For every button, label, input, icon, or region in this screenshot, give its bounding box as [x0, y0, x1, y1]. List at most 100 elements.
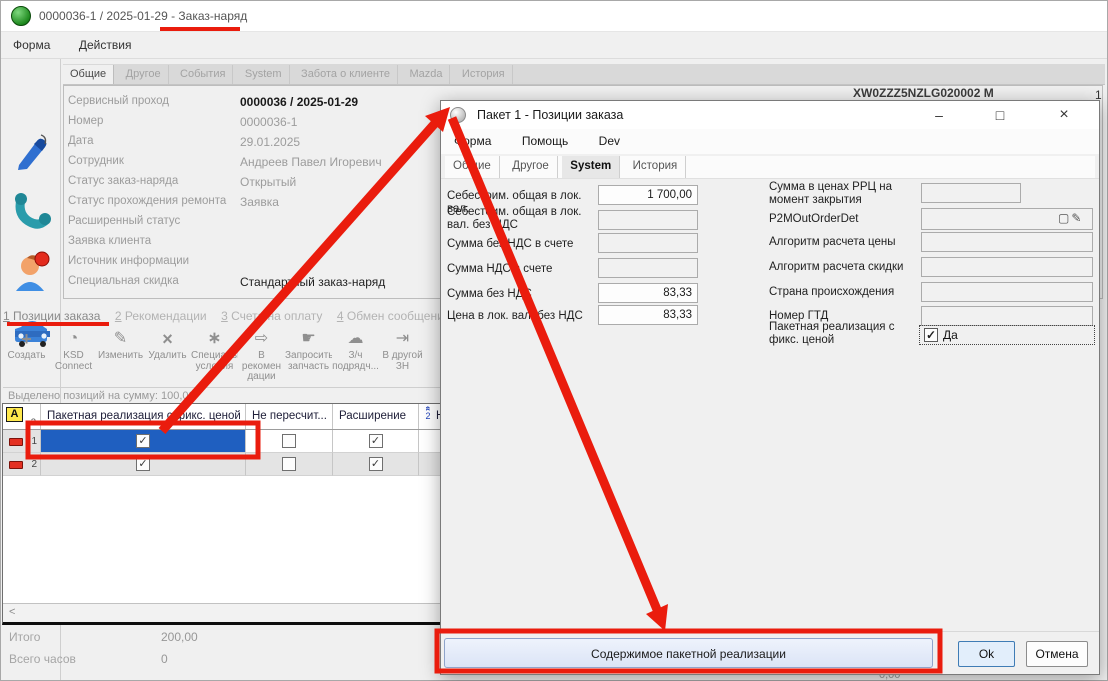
dialog-menu-forma[interactable]: Форма [441, 129, 504, 148]
tab-obshchie[interactable]: Общие [63, 65, 114, 85]
dialog-content: Себестоим. общая в лок. вал. 1 700,00 Се… [441, 178, 1099, 631]
sum-no-vat-field[interactable]: 83,33 [598, 283, 698, 303]
fixed-price-flag[interactable]: ✓ Да [919, 325, 1095, 345]
dialog-tab-system[interactable]: System [562, 156, 620, 178]
field-label: Дата [68, 135, 238, 147]
column-header-no-recalc[interactable]: Не пересчит... [246, 404, 333, 429]
rrp-sum-field[interactable] [921, 183, 1021, 203]
field-label: Источник информации [68, 255, 238, 267]
field-label: Расширенный статус [68, 215, 238, 227]
special-conditions-button[interactable]: ∗ Специальные условия [191, 329, 238, 387]
dialog-tab-istoriya[interactable]: История [625, 156, 687, 178]
cell-extension[interactable]: ✓ [333, 453, 419, 476]
field-label: Заявка клиента [68, 235, 238, 247]
dialog-menu-dev[interactable]: Dev [586, 129, 633, 148]
phone-icon[interactable] [13, 191, 51, 233]
package-content-button[interactable]: Содержимое пакетной реализации [444, 638, 933, 668]
main-titlebar: 0000036-1 / 2025-01-29 - Заказ-наряд [1, 1, 1107, 32]
dialog-tabstrip: Общие Другое System История [445, 156, 1095, 178]
customer-alert-icon[interactable] [13, 251, 51, 293]
edit-button[interactable]: ✎ Изменить [97, 329, 144, 387]
total-hours-row: Всего часов 0 [9, 652, 439, 672]
origin-country-field[interactable] [921, 282, 1093, 302]
field-label: Статус заказ-наряда [68, 175, 238, 187]
ok-button[interactable]: Ok [958, 641, 1015, 667]
auto-filter-icon: A [6, 407, 23, 422]
dialog-menubar: Форма Помощь Dev [441, 129, 1099, 154]
checkbox-checked-icon[interactable]: ✓ [369, 434, 383, 448]
grid-corner-cell[interactable]: A 2 [3, 404, 41, 429]
tab-invoices[interactable]: 3 Счета на оплату [221, 307, 322, 323]
to-other-order-button[interactable]: ⇥ В другой ЗН [379, 329, 426, 387]
price-local-no-vat-field[interactable]: 83,33 [598, 305, 698, 325]
vat-sum-invoice-field[interactable] [598, 258, 698, 278]
cost-total-no-vat-field[interactable] [598, 210, 698, 230]
checkbox-unchecked-icon[interactable] [282, 457, 296, 471]
field-label: Номер [68, 115, 238, 127]
cost-total-field[interactable]: 1 700,00 [598, 185, 698, 205]
dialog-tab-obshchie[interactable]: Общие [445, 156, 500, 178]
request-part-button[interactable]: ☛ Запросить запчасть [285, 329, 332, 387]
vin-partial-text: XW0ZZZ5NZLG020002 M [853, 86, 994, 100]
tab-sobytiya[interactable]: События [173, 65, 233, 85]
gtd-number-field[interactable] [921, 306, 1093, 326]
gauge-icon: ◔ [50, 329, 97, 349]
menu-deystviya[interactable]: Действия [67, 32, 144, 58]
maximize-button[interactable]: □ [985, 103, 1015, 127]
close-button[interactable]: × [1049, 103, 1079, 127]
subcontractor-parts-button[interactable]: ☁ З/ч подрядч... [332, 329, 379, 387]
main-tabstrip: Общие Другое События System Забота о кли… [63, 64, 1105, 85]
tab-mazda[interactable]: Mazda [402, 65, 450, 85]
column-header-fixed-price[interactable]: Пакетная реализация с фикс. ценой [41, 404, 246, 429]
checkbox-checked-icon[interactable]: ✓ [136, 434, 150, 448]
pen-icon[interactable] [13, 131, 51, 173]
status-green-icon [11, 6, 31, 26]
price-algorithm-field[interactable] [921, 232, 1093, 252]
sort-ascending-icon: « 2 [422, 405, 434, 421]
tab-order-positions[interactable]: 1 Позиции заказа [3, 307, 100, 323]
create-button[interactable]: + Создать [3, 329, 50, 387]
tab-messages[interactable]: 4 Обмен сообщениями [337, 307, 441, 323]
to-recommendations-button[interactable]: ⇨ В рекомен дации [238, 329, 285, 387]
positions-toolbar: + Создать ◔ KSD Connect ✎ Изменить × Уда… [3, 329, 441, 387]
pencil-icon: ✎ [97, 329, 144, 349]
checkbox-checked-icon[interactable]: ✓ [924, 328, 938, 342]
delete-button[interactable]: × Удалить [144, 329, 191, 387]
move-to-icon: ⇥ [379, 329, 426, 349]
cross-icon: × [144, 329, 191, 349]
tab-zabota[interactable]: Забота о клиенте [294, 65, 398, 85]
main-window-title: 0000036-1 / 2025-01-29 - Заказ-наряд [39, 9, 247, 23]
tab-drugoe[interactable]: Другое [119, 65, 169, 85]
dialog-menu-pomoshch[interactable]: Помощь [509, 129, 581, 148]
minimize-button[interactable]: – [924, 103, 954, 127]
field-label: Статус прохождения ремонта [68, 195, 238, 207]
cell-extension[interactable]: ✓ [333, 430, 419, 453]
checkbox-unchecked-icon[interactable] [282, 434, 296, 448]
scroll-left-icon[interactable]: < [9, 606, 15, 618]
sum-no-vat-invoice-field[interactable] [598, 233, 698, 253]
tab-system[interactable]: System [238, 65, 290, 85]
cancel-button[interactable]: Отмена [1026, 641, 1088, 667]
hand-icon: ☛ [285, 329, 332, 349]
menu-forma[interactable]: Форма [1, 32, 62, 58]
ksd-connect-button[interactable]: ◔ KSD Connect [50, 329, 97, 387]
row-status-icon [9, 461, 23, 469]
asterisk-icon: ∗ [191, 329, 238, 349]
lookup-and-edit-icons[interactable]: ▢✎ [1058, 211, 1096, 225]
checkbox-checked-icon[interactable]: ✓ [136, 457, 150, 471]
tab-istoriya[interactable]: История [455, 65, 513, 85]
total-hours-value: 0 [161, 652, 168, 666]
dialog-status-icon [450, 107, 466, 123]
checkbox-checked-icon[interactable]: ✓ [369, 457, 383, 471]
tab-recommendations[interactable]: 2 Рекомендации [115, 307, 207, 323]
discount-algorithm-field[interactable] [921, 257, 1093, 277]
flag-label: Пакетная реализация с фикс. ценой [769, 321, 919, 347]
cell-fixed-price-selected[interactable]: ✓ [41, 430, 246, 453]
dialog-title: Пакет 1 - Позиции заказа [477, 108, 623, 122]
dialog-titlebar: Пакет 1 - Позиции заказа – □ × [441, 101, 1099, 129]
cell-no-recalc[interactable] [246, 453, 333, 476]
cell-no-recalc[interactable] [246, 430, 333, 453]
cell-fixed-price[interactable]: ✓ [41, 453, 246, 476]
column-header-extension[interactable]: Расширение [333, 404, 419, 429]
dialog-tab-drugoe[interactable]: Другое [504, 156, 558, 178]
